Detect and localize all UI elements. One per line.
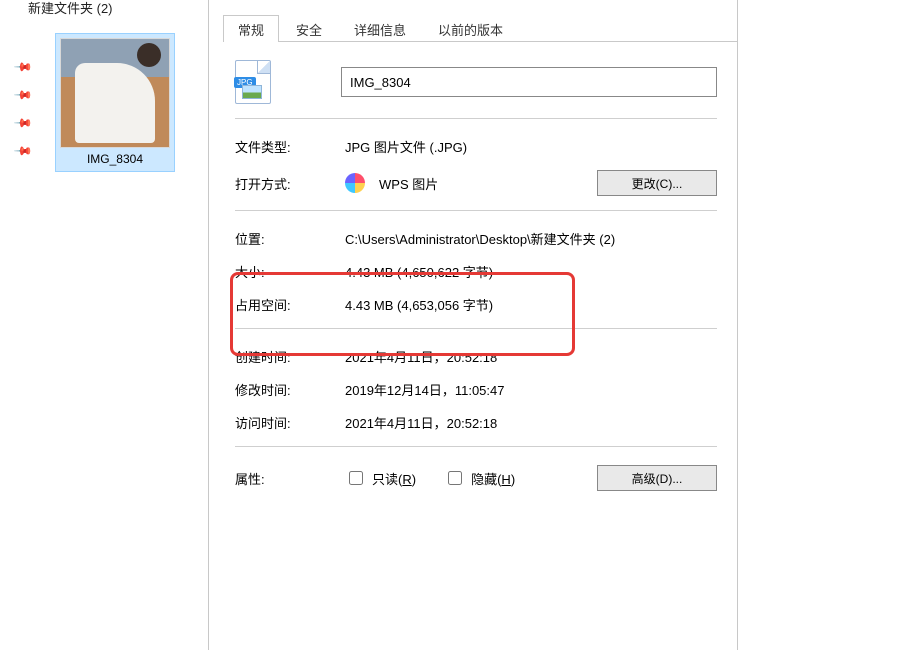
tab-general[interactable]: 常规 bbox=[223, 15, 279, 42]
readonly-checkbox[interactable]: 只读(R) bbox=[345, 468, 416, 488]
value-openwith: WPS 图片 bbox=[379, 174, 438, 193]
label-created: 创建时间: bbox=[235, 347, 345, 366]
label-attributes: 属性: bbox=[235, 469, 345, 488]
value-sizeondisk: 4.43 MB (4,653,056 字节) bbox=[345, 295, 717, 314]
properties-dialog: 常规 安全 详细信息 以前的版本 JPG 文件类型: JPG 图片文件 (.JP… bbox=[208, 0, 738, 650]
tab-details[interactable]: 详细信息 bbox=[339, 15, 421, 42]
thumbnail-image bbox=[60, 38, 170, 148]
thumbnail-label: IMG_8304 bbox=[87, 152, 143, 169]
divider bbox=[235, 210, 717, 211]
divider bbox=[235, 446, 717, 447]
label-openwith: 打开方式: bbox=[235, 174, 345, 193]
divider bbox=[235, 118, 717, 119]
readonly-accel: R bbox=[402, 472, 411, 487]
readonly-checkbox-input[interactable] bbox=[349, 471, 363, 485]
readonly-label-post: ) bbox=[412, 472, 416, 487]
label-sizeondisk: 占用空间: bbox=[235, 295, 345, 314]
divider bbox=[235, 328, 717, 329]
hidden-accel: H bbox=[501, 472, 510, 487]
wps-app-icon bbox=[345, 173, 365, 193]
tab-previous-versions[interactable]: 以前的版本 bbox=[423, 15, 518, 42]
value-location: C:\Users\Administrator\Desktop\新建文件夹 (2) bbox=[345, 229, 717, 248]
pin-icon: 📌 bbox=[13, 141, 33, 161]
label-modified: 修改时间: bbox=[235, 380, 345, 399]
tab-bar: 常规 安全 详细信息 以前的版本 bbox=[223, 14, 737, 42]
pin-icon: 📌 bbox=[13, 85, 33, 105]
value-size: 4.43 MB (4,650,622 字节) bbox=[345, 262, 717, 281]
photo-glyph-icon bbox=[242, 85, 262, 99]
label-filetype: 文件类型: bbox=[235, 137, 345, 156]
tab-security[interactable]: 安全 bbox=[281, 15, 337, 42]
label-size: 大小: bbox=[235, 262, 345, 281]
change-button[interactable]: 更改(C)... bbox=[597, 170, 717, 196]
advanced-button[interactable]: 高级(D)... bbox=[597, 465, 717, 491]
readonly-label-pre: 只读( bbox=[372, 472, 402, 487]
value-accessed: 2021年4月11日，20:52:18 bbox=[345, 413, 717, 432]
file-thumbnail-selected[interactable]: IMG_8304 bbox=[55, 33, 175, 172]
label-location: 位置: bbox=[235, 229, 345, 248]
breadcrumb-text: 新建文件夹 (2) bbox=[28, 1, 113, 16]
file-type-icon: JPG bbox=[235, 60, 271, 104]
filename-input[interactable] bbox=[341, 67, 717, 97]
hidden-checkbox-input[interactable] bbox=[448, 471, 462, 485]
pin-icon: 📌 bbox=[13, 113, 33, 133]
label-accessed: 访问时间: bbox=[235, 413, 345, 432]
breadcrumb[interactable]: 新建文件夹 (2) bbox=[28, 0, 113, 17]
quickaccess-pins: 📌 📌 📌 📌 bbox=[16, 60, 31, 158]
value-modified: 2019年12月14日，11:05:47 bbox=[345, 380, 717, 399]
hidden-checkbox[interactable]: 隐藏(H) bbox=[444, 468, 515, 488]
value-filetype: JPG 图片文件 (.JPG) bbox=[345, 137, 717, 156]
hidden-label-pre: 隐藏( bbox=[471, 472, 501, 487]
value-created: 2021年4月11日，20:52:18 bbox=[345, 347, 717, 366]
pin-icon: 📌 bbox=[13, 57, 33, 77]
hidden-label-post: ) bbox=[511, 472, 515, 487]
